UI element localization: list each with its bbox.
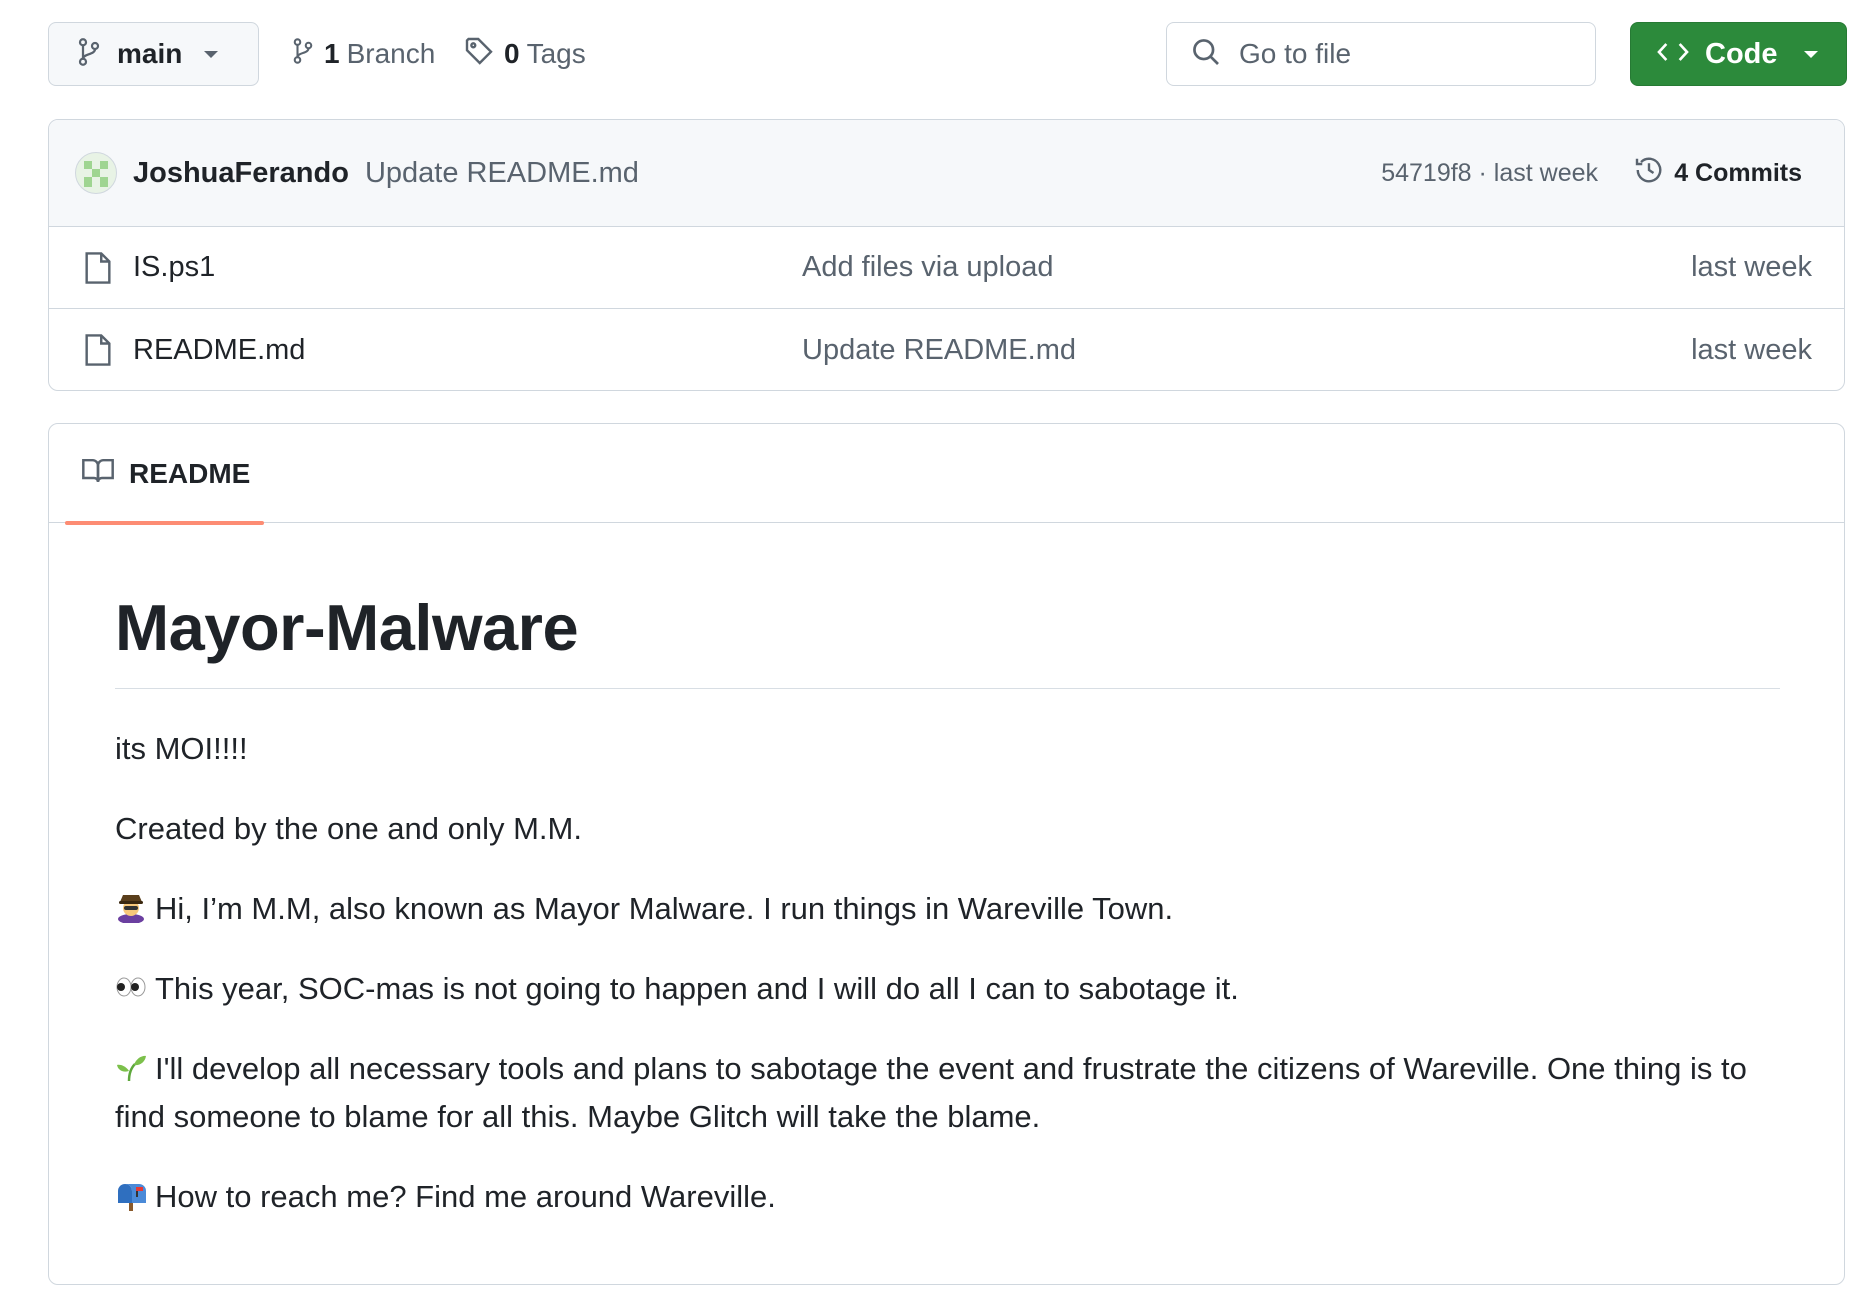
readme-paragraph: This year, SOC-mas is not going to happe… — [115, 965, 1780, 1013]
commits-history-link[interactable]: 4 Commits — [1634, 120, 1802, 227]
readme-paragraph: its MOI!!!! — [115, 725, 1780, 773]
readme-text: Created by the one and only M.M. — [115, 810, 582, 846]
branch-select-button[interactable]: main — [48, 22, 259, 86]
readme-paragraph: Hi, I’m M.M, also known as Mayor Malware… — [115, 885, 1780, 933]
readme-content: Mayor-Malware its MOI!!!! Created by the… — [115, 523, 1780, 1221]
commit-message[interactable]: Update README.md — [365, 157, 639, 190]
eyes-icon — [115, 969, 147, 1001]
tags-link[interactable]: 0 Tags — [464, 22, 586, 86]
git-branch-icon — [77, 37, 101, 72]
readme-text: its MOI!!!! — [115, 730, 248, 766]
tag-icon — [464, 36, 494, 73]
tag-count: 0 — [504, 38, 520, 69]
branch-count: 1 — [324, 38, 340, 69]
chevron-down-icon — [1803, 50, 1818, 58]
readme-tabbar: README — [49, 424, 1844, 525]
git-branch-icon — [292, 37, 314, 72]
file-name[interactable]: README.md — [133, 334, 305, 367]
tab-readme[interactable]: README — [65, 424, 264, 525]
file-commit-date: last week — [1691, 333, 1812, 366]
readme-paragraph: Created by the one and only M.M. — [115, 805, 1780, 853]
readme-paragraph: How to reach me? Find me around Warevill… — [115, 1173, 1780, 1221]
readme-panel: README Mayor-Malware its MOI!!!! Created… — [48, 423, 1845, 1285]
readme-text: How to reach me? Find me around Warevill… — [155, 1178, 776, 1214]
search-placeholder: Go to file — [1239, 38, 1352, 69]
chevron-down-icon — [204, 50, 219, 58]
file-icon — [83, 251, 113, 290]
branch-name: main — [117, 38, 183, 69]
readme-tab-label: README — [129, 457, 251, 489]
commits-count-label: 4 Commits — [1674, 159, 1802, 187]
readme-text: This year, SOC-mas is not going to happe… — [155, 970, 1239, 1006]
seedling-icon — [115, 1049, 147, 1081]
commit-author[interactable]: JoshuaFerando — [133, 157, 349, 190]
file-name[interactable]: IS.ps1 — [133, 251, 215, 284]
branches-link[interactable]: 1 Branch — [292, 22, 435, 86]
history-icon — [1634, 155, 1664, 192]
code-icon — [1657, 39, 1689, 70]
go-to-file-input[interactable]: Go to file — [1166, 22, 1596, 86]
file-row[interactable]: README.md Update README.md last week — [49, 309, 1844, 390]
file-commit-message[interactable]: Add files via upload — [802, 251, 1054, 284]
mailbox-icon — [115, 1177, 147, 1211]
code-button[interactable]: Code — [1630, 22, 1847, 86]
readme-paragraph: I'll develop all necessary tools and pla… — [115, 1045, 1780, 1141]
tag-label: Tags — [526, 38, 586, 69]
commit-sha-time: 54719f8 · last week — [1381, 120, 1598, 227]
file-listing: JoshuaFerando Update README.md 54719f8 ·… — [48, 119, 1845, 391]
avatar[interactable] — [75, 152, 117, 194]
branch-label: Branch — [346, 38, 436, 69]
detective-icon — [115, 889, 147, 924]
commit-sha-link[interactable]: 54719f8 · last week — [1381, 159, 1598, 188]
readme-title: Mayor-Malware — [115, 591, 1780, 689]
book-icon — [81, 456, 115, 491]
file-row[interactable]: IS.ps1 Add files via upload last week — [49, 227, 1844, 309]
latest-commit-bar: JoshuaFerando Update README.md 54719f8 ·… — [49, 120, 1844, 227]
file-icon — [83, 333, 113, 372]
readme-text: I'll develop all necessary tools and pla… — [115, 1050, 1747, 1134]
code-button-label: Code — [1705, 37, 1778, 70]
search-icon — [1191, 37, 1221, 72]
file-commit-message[interactable]: Update README.md — [802, 334, 1076, 367]
readme-text: Hi, I’m M.M, also known as Mayor Malware… — [155, 890, 1174, 926]
repo-toolbar: main 1 Branch 0 Tags Go to file Code — [48, 22, 1847, 86]
file-commit-date: last week — [1691, 251, 1812, 283]
